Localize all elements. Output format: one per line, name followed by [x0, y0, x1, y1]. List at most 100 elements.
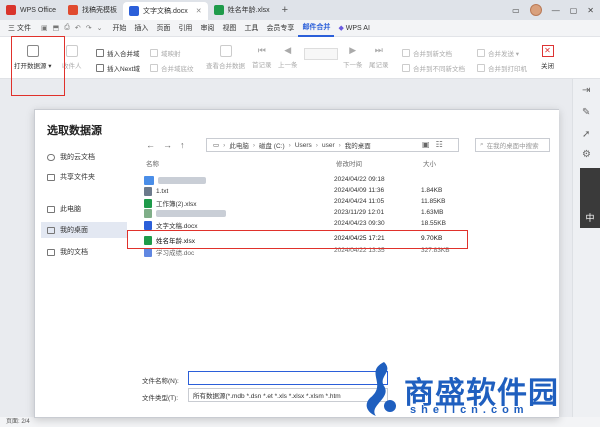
sidebar-item-desktop[interactable]: 我的桌面	[41, 222, 127, 238]
insert-next-field-button[interactable]: 插入Next域	[96, 63, 140, 73]
avatar[interactable]	[529, 4, 542, 16]
sidebar-item-cloud-docs[interactable]: 我的云文档	[47, 152, 95, 162]
insert-next-field-label: 插入Next域	[107, 66, 140, 73]
close-mail-merge-button[interactable]: ✕ 关闭	[541, 45, 554, 70]
dialog-title: 选取数据源	[47, 125, 102, 137]
layout-icon[interactable]: ▭	[512, 6, 520, 15]
xlsx-logo-icon	[213, 5, 224, 15]
forward-icon[interactable]: →	[163, 140, 172, 150]
export-icon[interactable]: ⬒	[53, 24, 60, 32]
column-header-name[interactable]: 名称	[146, 158, 159, 168]
last-record-label: 尾记录	[369, 62, 389, 69]
tab-label: 找稿壳模板	[82, 7, 118, 14]
file-size: 18.55KB	[421, 220, 446, 227]
close-window-icon[interactable]: ✕	[587, 6, 594, 15]
tab-label: 文字文稿.docx	[143, 8, 188, 15]
menu-bar: 三 文件 ▣ ⬒ ⎙ ↶ ↷ ⌄ 开始 插入 页面 引用 审阅 视图 工具 会员…	[0, 20, 600, 37]
file-row-folder[interactable]: 2024/04/22 09:18	[144, 176, 484, 186]
new-folder-icon[interactable]: ▣	[422, 140, 430, 149]
menu-review[interactable]: 审阅	[196, 23, 218, 33]
quick-access: ▣ ⬒ ⎙ ↶ ↷ ⌄	[35, 24, 108, 32]
print-icon[interactable]: ⎙	[64, 24, 70, 32]
next-record-button[interactable]: ▶ 下一条	[343, 45, 363, 69]
last-record-button[interactable]: ⏭ 尾记录	[369, 45, 389, 69]
tab-wps-office[interactable]: WPS Office	[0, 0, 62, 20]
field-mapping-button[interactable]: 域映射	[150, 48, 181, 58]
file-date: 2023/11/29 12:01	[334, 209, 385, 216]
path-separator: ›	[252, 141, 255, 149]
prev-record-button[interactable]: ◀ 上一条	[278, 45, 298, 69]
sidebar-item-this-pc[interactable]: 此电脑	[47, 204, 81, 214]
panel-thumbnail[interactable]: 中	[580, 168, 600, 228]
insert-merge-field-button[interactable]: 插入合并域	[96, 48, 140, 58]
record-number-input[interactable]	[304, 48, 338, 60]
redo-icon[interactable]: ↷	[86, 24, 92, 32]
path-segment[interactable]: 我的桌面	[345, 140, 371, 150]
close-label: 关闭	[541, 63, 554, 70]
menu-view[interactable]: 视图	[218, 23, 240, 33]
sidebar-item-documents[interactable]: 我的文档	[47, 247, 88, 257]
menu-mail-merge[interactable]: 邮件合并	[298, 20, 335, 37]
sidebar-item-shared[interactable]: 共享文件夹	[47, 172, 95, 182]
view-merged-label: 查看合并数据	[206, 63, 245, 70]
back-icon[interactable]: ←	[146, 140, 155, 150]
wps-logo-icon	[6, 5, 16, 15]
path-segment[interactable]: user	[322, 142, 335, 149]
menu-wps-ai[interactable]: ◆ WPS AI	[334, 24, 373, 32]
menu-page[interactable]: 页面	[152, 23, 174, 33]
menu-tools[interactable]: 工具	[240, 23, 262, 33]
blurred-name	[156, 210, 226, 217]
next-record-label: 下一条	[343, 62, 363, 69]
path-segment[interactable]: 此电脑	[229, 140, 249, 150]
close-tab-icon[interactable]: ✕	[196, 7, 202, 15]
merge-new-doc-label: 合并到新文档	[413, 51, 452, 58]
column-header-date[interactable]: 修改时间	[336, 158, 362, 168]
more-icon[interactable]: ⌄	[97, 24, 103, 32]
file-row-docx[interactable]: 文字文稿.docx 2024/04/23 09:30 18.55KB	[144, 220, 484, 230]
menu-file[interactable]: 三 文件	[4, 23, 35, 33]
documents-icon	[47, 248, 55, 256]
folder-icon	[144, 176, 154, 185]
menu-insert[interactable]: 插入	[130, 23, 152, 33]
new-tab-button[interactable]: +	[276, 4, 294, 16]
tab-template[interactable]: 找稿壳模板	[62, 0, 123, 20]
view-merged-button[interactable]: 查看合并数据	[206, 45, 245, 70]
computer-icon	[47, 205, 55, 213]
menu-home[interactable]: 开始	[108, 23, 130, 33]
highlight-fields-button[interactable]: 合并域底纹	[150, 63, 194, 73]
undo-icon[interactable]: ↶	[75, 24, 81, 32]
path-segment[interactable]: Users	[295, 142, 312, 149]
minimize-icon[interactable]: —	[552, 6, 560, 15]
file-size: 1.63MB	[421, 209, 444, 216]
maximize-icon[interactable]: ▢	[570, 6, 578, 15]
settings-icon[interactable]: ⚙	[582, 149, 591, 160]
menu-references[interactable]: 引用	[174, 23, 196, 33]
first-icon: ⏮	[257, 45, 266, 55]
merge-new-doc-button[interactable]: 合并到新文档	[402, 48, 452, 58]
file-date: 2024/04/24 11:05	[334, 198, 385, 205]
save-icon[interactable]: ▣	[41, 24, 48, 32]
merge-printer-button[interactable]: 合并到打印机	[477, 63, 527, 73]
ai-icon: ◆	[338, 25, 344, 32]
collapse-icon[interactable]: ⇥	[582, 85, 590, 96]
first-record-button[interactable]: ⏮ 首记录	[252, 45, 272, 69]
path-segment[interactable]: 磁盘 (C:)	[259, 140, 285, 150]
merge-send-button[interactable]: 合并发送 ▾	[477, 48, 519, 58]
view-mode-icon[interactable]: ☷	[436, 140, 443, 149]
sidebar-label: 此电脑	[60, 206, 81, 213]
ribbon: 打开数据源 ▾ 收件人 插入合并域 插入Next域 域映射 合并域底纹 查看合并…	[0, 37, 600, 79]
tab-spreadsheet[interactable]: 姓名年龄.xlsx	[208, 0, 276, 20]
file-row-workbook[interactable]: 工作簿(2).xlsx 2024/04/24 11:05 11.85KB	[144, 198, 484, 208]
file-row-txt[interactable]: 1.txt 2024/04/09 11:36 1.84KB	[144, 187, 484, 197]
pointer-icon[interactable]: ➚	[582, 129, 590, 140]
search-input[interactable]: ⌕ 在我的桌面中搜索	[475, 138, 550, 152]
column-header-size[interactable]: 大小	[423, 158, 436, 168]
merge-files-button[interactable]: 合并到不同新文档	[402, 63, 465, 73]
up-icon[interactable]: ↑	[180, 140, 185, 150]
path-home-icon: ▭	[213, 142, 220, 149]
txt-file-icon	[144, 187, 152, 196]
edit-icon[interactable]: ✎	[582, 107, 590, 118]
menu-member[interactable]: 会员专享	[262, 23, 298, 33]
file-row-image[interactable]: 2023/11/29 12:01 1.63MB	[144, 209, 484, 219]
tab-document[interactable]: 文字文稿.docx ✕	[123, 2, 208, 20]
